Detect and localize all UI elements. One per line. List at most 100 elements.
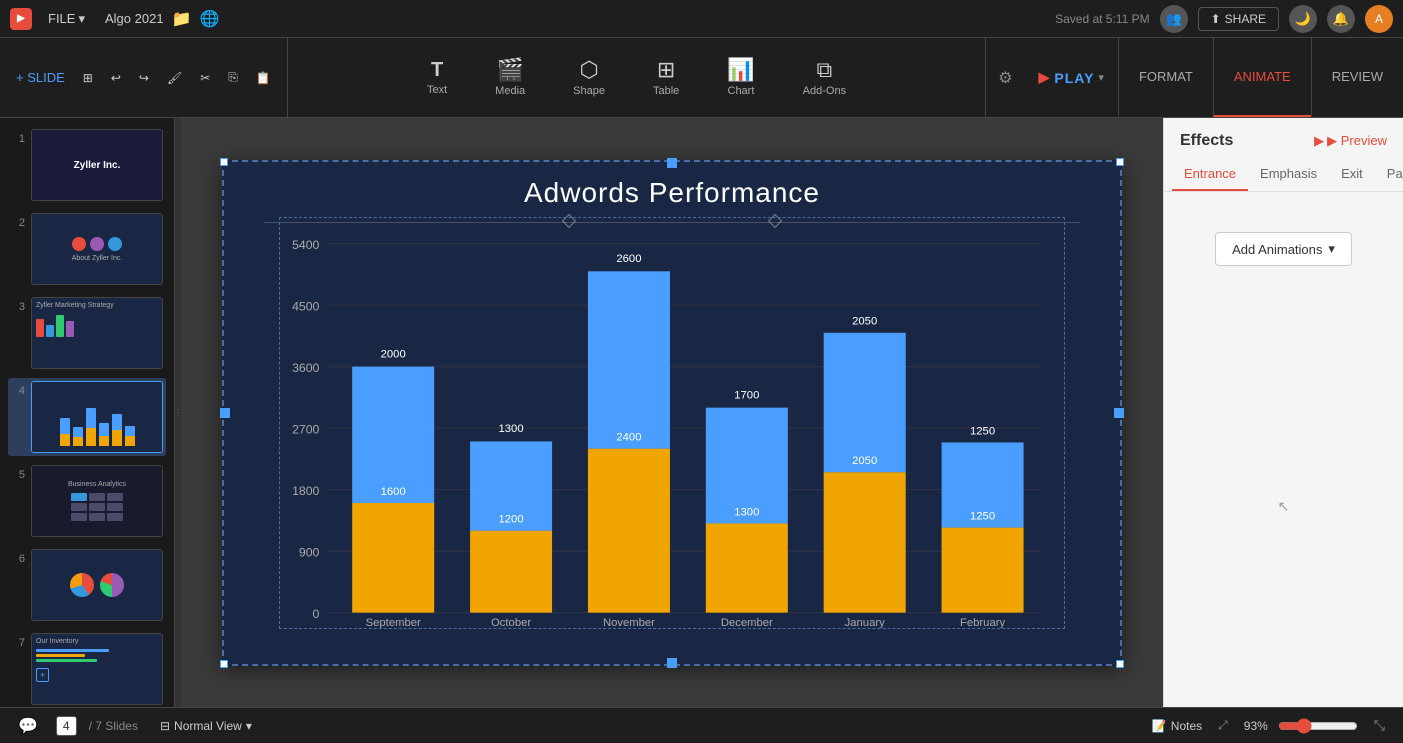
layout-button[interactable]: ⊞ bbox=[77, 67, 99, 89]
text-icon: T bbox=[431, 60, 443, 80]
bar-jan-top bbox=[824, 332, 906, 471]
bar-oct-bottom bbox=[470, 530, 552, 612]
effects-tab-emphasis[interactable]: Emphasis bbox=[1248, 158, 1329, 191]
toolbar: + SLIDE ⊞ ↩ ↪ 🖌 ✂ ⎘ 📋 T Text 🎬 Med bbox=[0, 38, 1403, 118]
handle-ml[interactable] bbox=[220, 408, 230, 418]
cut-button[interactable]: ✂ bbox=[194, 67, 216, 89]
slide-image-3: Zyller Marketing Strategy bbox=[31, 297, 163, 369]
add-animations-button[interactable]: Add Animations ▾ bbox=[1215, 232, 1352, 266]
users-icon[interactable]: 👥 bbox=[1160, 5, 1188, 33]
copy-button[interactable]: ⎘ bbox=[222, 66, 244, 89]
chat-button[interactable]: 💬 bbox=[12, 712, 44, 740]
add-slide-button[interactable]: + SLIDE bbox=[10, 66, 71, 89]
tab-animate[interactable]: ANIMATE bbox=[1213, 38, 1311, 117]
table-label: Table bbox=[653, 85, 679, 97]
preview-play-icon: ▶ bbox=[1314, 133, 1324, 149]
slide-image-7: Our Inventory + bbox=[31, 633, 163, 705]
paint-icon: 🖌 bbox=[167, 71, 182, 85]
handle-tm[interactable] bbox=[667, 158, 677, 168]
bar-sep-top bbox=[352, 366, 434, 502]
shape-label: Shape bbox=[573, 85, 605, 97]
add-animations-label: Add Animations bbox=[1232, 242, 1322, 257]
bar-nov-bottom bbox=[588, 448, 670, 612]
svg-text:5400: 5400 bbox=[292, 237, 319, 251]
tab-format[interactable]: FORMAT bbox=[1118, 38, 1213, 117]
cut-icon: ✂ bbox=[200, 71, 210, 85]
paste-button[interactable]: 📋 bbox=[250, 67, 277, 89]
add-animations-chevron-icon: ▾ bbox=[1328, 241, 1335, 257]
notes-label: Notes bbox=[1171, 719, 1202, 733]
file-button[interactable]: FILE ▾ bbox=[40, 8, 93, 30]
handle-bl[interactable] bbox=[220, 660, 228, 668]
svg-text:November: November bbox=[603, 616, 655, 627]
slide-indicator[interactable]: 4 bbox=[56, 716, 77, 736]
tool-media[interactable]: 🎬 Media bbox=[483, 51, 537, 105]
settings-button[interactable]: ⚙ bbox=[986, 68, 1024, 88]
slide-number-4: 4 bbox=[11, 385, 25, 397]
doc-folder-icon[interactable]: 📁 bbox=[172, 9, 192, 29]
notes-icon: 📝 bbox=[1152, 719, 1167, 733]
bar-dec-bottom bbox=[706, 523, 788, 612]
top-bar: ▶ FILE ▾ Algo 2021 📁 🌐 Saved at 5:11 PM … bbox=[0, 0, 1403, 38]
view-chevron-icon: ▾ bbox=[246, 719, 252, 733]
handle-mr[interactable] bbox=[1114, 408, 1124, 418]
slide-thumb-6[interactable]: 6 bbox=[8, 546, 166, 624]
redo-button[interactable]: ↪ bbox=[133, 67, 155, 89]
slide-thumb-2[interactable]: 2 About Zyller Inc. bbox=[8, 210, 166, 288]
handle-br[interactable] bbox=[1116, 660, 1124, 668]
paint-button[interactable]: 🖌 bbox=[161, 67, 188, 89]
share-button[interactable]: ⬆ SHARE bbox=[1198, 7, 1279, 31]
view-label: Normal View bbox=[174, 719, 242, 733]
moon-icon[interactable]: 🌙 bbox=[1289, 5, 1317, 33]
handle-tr[interactable] bbox=[1116, 158, 1124, 166]
undo-button[interactable]: ↩ bbox=[105, 67, 127, 89]
saved-text: Saved at 5:11 PM bbox=[1055, 12, 1150, 26]
notification-icon[interactable]: 🔔 bbox=[1327, 5, 1355, 33]
svg-text:1700: 1700 bbox=[734, 389, 759, 401]
play-button[interactable]: ▶ PLAY bbox=[1039, 69, 1095, 86]
play-chevron-icon[interactable]: ▾ bbox=[1098, 71, 1104, 84]
slide-number-6: 6 bbox=[11, 553, 25, 565]
svg-text:1300: 1300 bbox=[734, 506, 759, 518]
svg-text:2050: 2050 bbox=[852, 455, 877, 467]
svg-text:900: 900 bbox=[299, 545, 320, 559]
effects-tab-path[interactable]: Path bbox=[1375, 158, 1403, 191]
avatar[interactable]: A bbox=[1365, 5, 1393, 33]
tab-review[interactable]: REVIEW bbox=[1311, 38, 1403, 117]
doc-title: Algo 2021 bbox=[105, 11, 164, 26]
slide-canvas[interactable]: Adwords Performance 0 900 1800 2700 3600… bbox=[222, 160, 1122, 666]
chat-icon: 💬 bbox=[18, 716, 38, 736]
slide-thumb-3[interactable]: 3 Zyller Marketing Strategy bbox=[8, 294, 166, 372]
bar-feb-bottom bbox=[942, 527, 1024, 612]
effects-tab-entrance[interactable]: Entrance bbox=[1172, 158, 1248, 191]
svg-text:3600: 3600 bbox=[292, 360, 319, 374]
tool-table[interactable]: ⊞ Table bbox=[641, 51, 691, 105]
addons-label: Add-Ons bbox=[803, 85, 846, 97]
expand-button[interactable]: ⤡ bbox=[1368, 713, 1391, 738]
tool-shape[interactable]: ⬡ Shape bbox=[561, 51, 617, 105]
zoom-slider[interactable] bbox=[1278, 718, 1358, 734]
handle-tl[interactable] bbox=[220, 158, 228, 166]
view-selector-button[interactable]: ⊟ Normal View ▾ bbox=[160, 719, 252, 733]
svg-text:2050: 2050 bbox=[852, 315, 877, 327]
play-triangle-icon: ▶ bbox=[1039, 69, 1051, 86]
tool-chart[interactable]: 📊 Chart bbox=[715, 51, 766, 105]
slide-thumb-7[interactable]: 7 Our Inventory + bbox=[8, 630, 166, 707]
resize-icon-button[interactable]: ⤢ bbox=[1212, 714, 1234, 737]
tool-text[interactable]: T Text bbox=[415, 52, 459, 104]
slide-thumb-1[interactable]: 1 Zyller Inc. bbox=[8, 126, 166, 204]
paste-icon: 📋 bbox=[256, 71, 271, 85]
handle-bm[interactable] bbox=[667, 658, 677, 668]
toolbar-center: T Text 🎬 Media ⬡ Shape ⊞ Table 📊 Chart ⧉… bbox=[288, 38, 985, 117]
svg-text:0: 0 bbox=[313, 606, 320, 620]
svg-text:1250: 1250 bbox=[970, 510, 995, 522]
notes-button[interactable]: 📝 Notes bbox=[1152, 719, 1202, 733]
tool-addons[interactable]: ⧉ Add-Ons bbox=[791, 51, 858, 105]
addons-icon: ⧉ bbox=[817, 59, 833, 81]
doc-globe-icon[interactable]: 🌐 bbox=[199, 9, 219, 29]
slide-thumb-4[interactable]: 4 bbox=[8, 378, 166, 456]
slide-thumb-5[interactable]: 5 Business Analytics bbox=[8, 462, 166, 540]
canvas-area: Adwords Performance 0 900 1800 2700 3600… bbox=[181, 118, 1163, 707]
preview-link[interactable]: ▶ ▶ Preview bbox=[1314, 133, 1387, 149]
effects-tab-exit[interactable]: Exit bbox=[1329, 158, 1375, 191]
